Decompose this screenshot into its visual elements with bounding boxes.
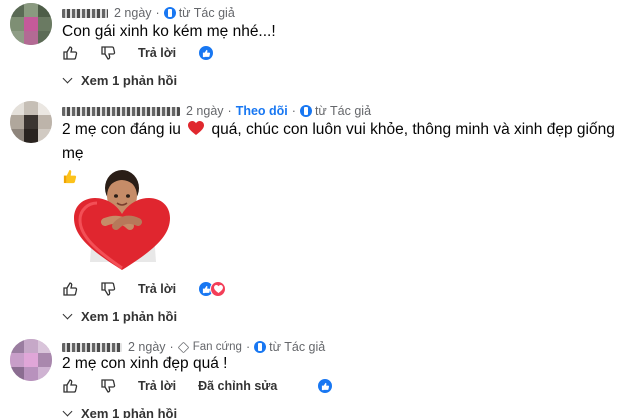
follow-button[interactable]: Theo dõi <box>236 104 288 118</box>
view-replies-link[interactable]: Xem 1 phản hồi <box>60 309 177 324</box>
author-name-redacted[interactable] <box>62 106 180 116</box>
reaction-summary[interactable] <box>198 281 227 297</box>
edited-label[interactable]: Đã chỉnh sửa <box>198 379 277 393</box>
comment-meta: 2 ngày · Theo dõi · từ Tác giả <box>62 104 371 118</box>
thumbs-up-icon <box>63 282 78 296</box>
author-icon <box>163 7 176 19</box>
timestamp[interactable]: 2 ngày <box>114 6 152 20</box>
author-name-redacted[interactable] <box>62 342 122 352</box>
like-reaction-icon <box>317 378 334 394</box>
thumbs-down-icon <box>101 379 116 393</box>
avatar[interactable] <box>10 101 52 143</box>
dislike-button[interactable] <box>100 281 116 297</box>
timestamp[interactable]: 2 ngày <box>186 104 224 118</box>
comment-3: 2 ngày · Fan cứng · từ Tác giả 2 mẹ con … <box>0 336 640 418</box>
comment-actions: Trả lời <box>62 45 215 61</box>
heart-emoji-icon <box>188 121 205 135</box>
view-replies-link[interactable]: Xem 1 phản hồi <box>60 73 177 88</box>
chevron-down-icon <box>62 73 73 84</box>
author-icon <box>299 105 312 117</box>
like-button[interactable] <box>62 378 78 394</box>
comment-meta: 2 ngày · từ Tác giả <box>62 6 235 20</box>
reply-button[interactable]: Trả lời <box>138 379 176 393</box>
like-reaction-icon <box>198 45 215 61</box>
comment-1: 2 ngày · từ Tác giả Con gái xinh ko kém … <box>0 0 640 98</box>
love-reaction-icon <box>210 281 227 297</box>
like-button[interactable] <box>62 281 78 297</box>
like-button[interactable] <box>62 45 78 61</box>
comment-text: Con gái xinh ko kém mẹ nhé...! <box>62 23 276 40</box>
author-icon <box>254 341 267 353</box>
author-name-redacted[interactable] <box>62 8 108 18</box>
reaction-summary[interactable] <box>198 45 215 61</box>
author-badge: từ Tác giả <box>163 6 235 20</box>
author-badge: từ Tác giả <box>254 340 325 354</box>
avatar[interactable] <box>10 339 52 381</box>
thumbs-up-icon <box>63 379 78 393</box>
view-replies-link[interactable]: Xem 1 phản hồi <box>60 406 177 418</box>
comment-actions: Trả lời Đã chỉnh sửa <box>62 378 334 394</box>
reply-button[interactable]: Trả lời <box>138 282 176 296</box>
reaction-summary[interactable] <box>317 378 334 394</box>
thumbs-down-icon <box>101 46 116 60</box>
reply-button[interactable]: Trả lời <box>138 46 176 60</box>
chevron-down-icon <box>62 309 73 320</box>
comment-text: 2 mẹ con xinh đẹp quá ! <box>62 355 228 372</box>
author-badge: từ Tác giả <box>299 104 371 118</box>
chevron-down-icon <box>62 406 73 417</box>
sticker-hugging-heart <box>70 170 170 275</box>
thumbs-up-icon <box>63 46 78 60</box>
avatar[interactable] <box>10 3 52 45</box>
dislike-button[interactable] <box>100 45 116 61</box>
comment-actions: Trả lời <box>62 281 227 297</box>
dislike-button[interactable] <box>100 378 116 394</box>
thumbs-down-icon <box>101 282 116 296</box>
comment-2: 2 ngày · Theo dõi · từ Tác giả 2 mẹ con … <box>0 98 640 324</box>
